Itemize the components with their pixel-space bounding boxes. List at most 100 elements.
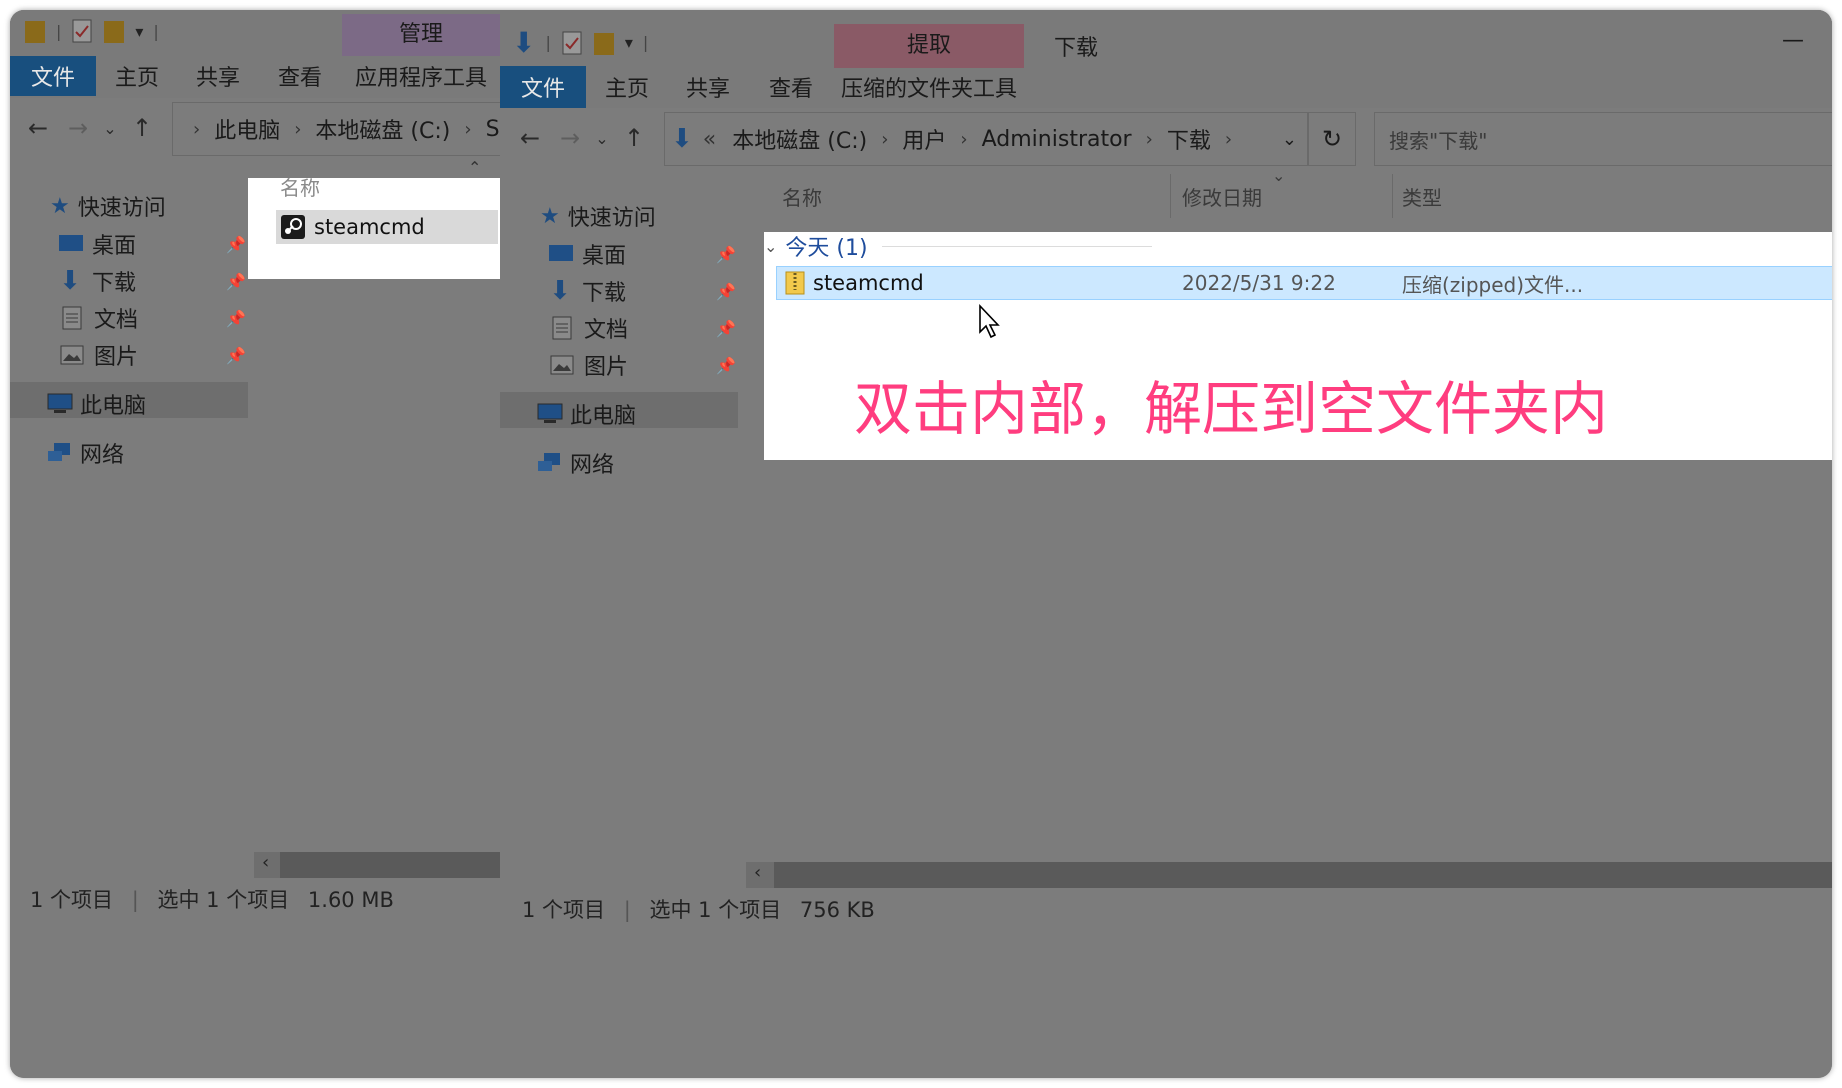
scroll-left-icon[interactable]: ‹ [754, 862, 761, 883]
left-status-bar: 1 个项目 | 选中 1 个项目 1.60 MB [30, 884, 394, 914]
recent-dropdown-icon[interactable]: ⌄ [590, 129, 614, 148]
sidebar-item-documents[interactable]: 文档 📌 [552, 312, 738, 344]
right-highlight-panel: ⌄ 今天 (1) steamcmd 2022/5/31 9:22 压缩(zipp… [764, 232, 1832, 460]
qat-dropdown-icon[interactable]: ▾ [625, 33, 633, 52]
sidebar-item-pictures[interactable]: 图片 📌 [60, 339, 248, 371]
tab-file[interactable]: 文件 [500, 66, 586, 108]
up-arrow-icon[interactable]: ↑ [122, 114, 162, 142]
column-divider[interactable] [1392, 174, 1393, 218]
status-item-count: 1 个项目 [522, 898, 606, 922]
sidebar-quick-access[interactable]: ★ 快速访问 [540, 200, 656, 232]
breadcrumb-item[interactable]: 本地磁盘 (C:) [315, 113, 450, 145]
properties-icon[interactable] [71, 18, 93, 44]
breadcrumb-item[interactable]: 此电脑 [214, 113, 280, 145]
column-divider[interactable] [1170, 174, 1171, 218]
column-header-type[interactable]: 类型 [1402, 182, 1442, 211]
picture-icon [550, 355, 574, 375]
sidebar-item-this-pc[interactable]: 此电脑 [46, 388, 146, 420]
download-arrow-icon[interactable]: ⬇ [512, 26, 535, 59]
file-row-steamcmd[interactable]: steamcmd [276, 210, 498, 244]
left-horizontal-scrollbar[interactable]: ‹ [254, 852, 500, 878]
sidebar-item-this-pc[interactable]: 此电脑 [536, 398, 636, 430]
tab-file[interactable]: 文件 [10, 56, 96, 96]
tab-home[interactable]: 主页 [96, 56, 178, 96]
sidebar-item-downloads[interactable]: ⬇ 下载 📌 [58, 265, 248, 297]
sidebar-item-pictures[interactable]: 图片 📌 [550, 349, 738, 381]
pin-icon[interactable]: 📌 [716, 245, 736, 264]
right-ribbon-tabs: 文件 主页 共享 查看 压缩的文件夹工具 [500, 66, 1024, 108]
sort-chevron-down-icon[interactable]: ⌄ [1272, 166, 1285, 185]
pin-icon[interactable]: 📌 [226, 346, 246, 365]
sidebar-item-network[interactable]: 网络 [46, 437, 124, 469]
status-item-count: 1 个项目 [30, 888, 114, 912]
breadcrumb-item[interactable]: 本地磁盘 (C:) [732, 123, 867, 155]
right-navigation-pane: ★ 快速访问 桌面 📌 ⬇ 下载 📌 文档 📌 图片 📌 此电脑 网络 [500, 170, 740, 870]
left-address-bar[interactable]: › 此电脑 › 本地磁盘 (C:) › Ste [172, 102, 500, 156]
chevron-down-icon[interactable]: ⌄ [764, 237, 777, 256]
new-folder-icon[interactable] [593, 30, 615, 56]
breadcrumb-overflow[interactable]: « [703, 127, 716, 152]
window-title: 下载 [1054, 36, 1099, 61]
pin-icon[interactable]: 📌 [226, 272, 246, 291]
sidebar-item-documents[interactable]: 文档 📌 [62, 302, 248, 334]
new-folder-icon[interactable] [103, 18, 125, 44]
right-search-box[interactable]: 搜索"下载" [1374, 112, 1832, 166]
status-size: 756 KB [799, 898, 875, 922]
sidebar-item-desktop[interactable]: 桌面 📌 [58, 228, 248, 260]
forward-arrow-icon[interactable]: → [550, 124, 590, 152]
pin-icon[interactable]: 📌 [226, 235, 246, 254]
column-header-name[interactable]: 名称 [782, 182, 822, 211]
tab-home[interactable]: 主页 [586, 66, 668, 108]
pin-icon[interactable]: 📌 [716, 356, 736, 375]
left-context-tab-group: 管理 [342, 14, 500, 56]
tab-compressed-folder-tools[interactable]: 压缩的文件夹工具 [834, 66, 1024, 108]
recent-dropdown-icon[interactable]: ⌄ [98, 119, 122, 138]
scroll-left-icon[interactable]: ‹ [262, 852, 269, 873]
tab-share[interactable]: 共享 [178, 56, 258, 96]
scrollbar-thumb[interactable] [774, 862, 1832, 888]
up-arrow-icon[interactable]: ↑ [614, 124, 654, 152]
tab-view[interactable]: 查看 [748, 66, 834, 108]
right-status-bar: 1 个项目 | 选中 1 个项目 756 KB [522, 894, 875, 924]
refresh-button[interactable]: ↻ [1308, 112, 1356, 166]
column-header-date[interactable]: 修改日期 [1182, 182, 1262, 211]
search-placeholder: 搜索"下载" [1389, 128, 1488, 153]
sort-chevron-up-icon[interactable]: ⌃ [468, 158, 481, 177]
breadcrumb-item[interactable]: 下载 [1167, 123, 1211, 155]
column-header-name[interactable]: 名称 [280, 172, 320, 201]
address-dropdown-icon[interactable]: ⌄ [1282, 129, 1297, 150]
right-address-bar[interactable]: ⬇ « 本地磁盘 (C:) › 用户 › Administrator › 下载 … [664, 112, 1308, 166]
breadcrumb-item[interactable]: 用户 [902, 123, 946, 155]
download-arrow-icon: ⬇ [59, 266, 81, 296]
sidebar-item-network[interactable]: 网络 [536, 447, 614, 479]
back-arrow-icon[interactable]: ← [18, 114, 58, 142]
breadcrumb-separator: › [294, 118, 302, 140]
pin-icon[interactable]: 📌 [716, 319, 736, 338]
breadcrumb-item[interactable]: Ste [486, 117, 500, 142]
tab-application-tools[interactable]: 应用程序工具 [342, 56, 500, 96]
pin-icon[interactable]: 📌 [716, 282, 736, 301]
breadcrumb-separator: › [464, 118, 472, 140]
properties-icon[interactable] [561, 30, 583, 56]
qat-dropdown-icon[interactable]: ▾ [135, 22, 143, 41]
sidebar-item-desktop[interactable]: 桌面 📌 [548, 238, 738, 270]
sidebar-item-downloads[interactable]: ⬇ 下载 📌 [548, 275, 738, 307]
file-name: steamcmd [314, 215, 425, 239]
breadcrumb-item[interactable]: Administrator [982, 127, 1132, 152]
folder-icon[interactable] [24, 18, 46, 44]
minimize-button[interactable]: — [1782, 28, 1804, 53]
breadcrumb-separator: › [1145, 128, 1153, 150]
pin-icon[interactable]: 📌 [226, 309, 246, 328]
group-header-today[interactable]: ⌄ 今天 (1) [764, 230, 1152, 262]
desktop-icon [59, 235, 83, 251]
back-arrow-icon[interactable]: ← [510, 124, 550, 152]
refresh-icon: ↻ [1321, 125, 1343, 153]
tab-view[interactable]: 查看 [258, 56, 342, 96]
sidebar-quick-access[interactable]: ★ 快速访问 [50, 190, 166, 222]
tab-share[interactable]: 共享 [668, 66, 748, 108]
right-explorer-window: ⬇ | ▾ | 提取 下载 — 文件 主页 共享 查看 压缩的文件夹工具 ← →… [500, 10, 1832, 1078]
file-row-steamcmd[interactable]: steamcmd 2022/5/31 9:22 压缩(zipped)文件... [776, 266, 1832, 300]
scrollbar-thumb[interactable] [280, 852, 500, 878]
forward-arrow-icon[interactable]: → [58, 114, 98, 142]
right-horizontal-scrollbar[interactable]: ‹ [746, 862, 1832, 888]
